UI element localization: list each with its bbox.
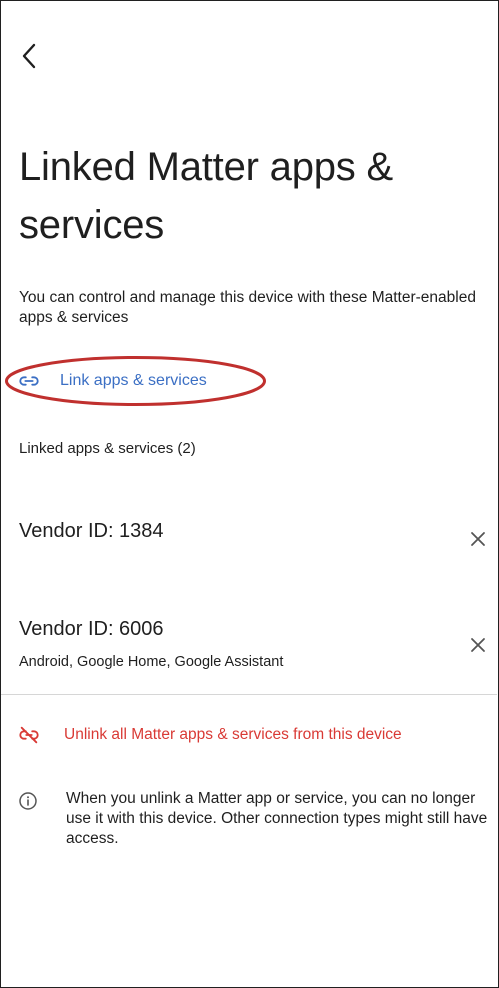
linked-item-6006[interactable]: Vendor ID: 6006 Android, Google Home, Go… [0,612,497,682]
chevron-left-icon [22,43,36,69]
remove-vendor-button[interactable] [467,528,489,550]
link-apps-label: Link apps & services [60,372,207,389]
back-button[interactable] [12,38,48,74]
linked-section-heading: Linked apps & services (2) [19,440,196,457]
link-off-icon [18,724,40,746]
close-icon [471,638,485,652]
close-icon [471,532,485,546]
link-apps-button[interactable]: Link apps & services [18,366,207,396]
page-title: Linked Matter apps & services [19,145,393,247]
link-icon [18,370,40,392]
info-icon [19,792,37,810]
remove-vendor-button[interactable] [467,634,489,656]
page-description: You can control and manage this device w… [19,289,476,326]
vendor-subtitle: Android, Google Home, Google Assistant [19,654,284,670]
vendor-title: Vendor ID: 6006 [19,618,164,640]
vendor-title: Vendor ID: 1384 [19,520,164,542]
linked-item-1384[interactable]: Vendor ID: 1384 [0,508,497,568]
unlink-all-label: Unlink all Matter apps & services from t… [64,726,402,743]
divider [1,694,497,695]
info-text: When you unlink a Matter app or service,… [66,790,488,847]
unlink-all-button[interactable]: Unlink all Matter apps & services from t… [18,722,402,748]
